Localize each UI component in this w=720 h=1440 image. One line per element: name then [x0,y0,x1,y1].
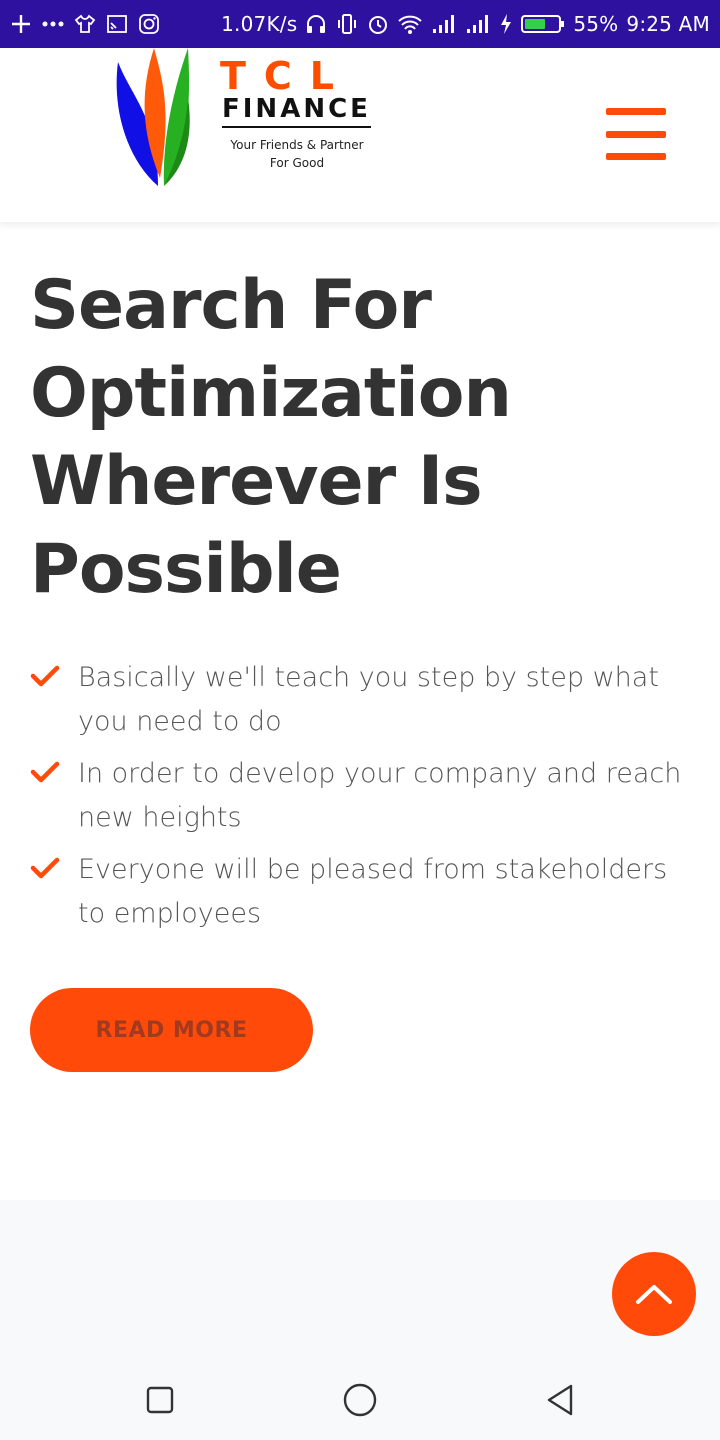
logo-tcl-text: TCL [220,54,353,98]
plus-icon [10,12,32,36]
clock: 9:25 AM [626,12,710,36]
back-to-top-button[interactable] [612,1252,696,1336]
recent-apps-icon [146,1386,174,1414]
site-header: TCL FINANCE Your Friends & Partner For G… [0,48,720,222]
shirt-icon [74,12,96,36]
hero-title-line-4: Possible [30,530,342,609]
wifi-icon [397,12,423,36]
feature-text: In order to develop your company and rea… [78,758,682,833]
home-icon [343,1383,377,1417]
headphones-icon [305,12,327,36]
signal-icon-2 [465,12,491,36]
list-item: Basically we'll teach you step by step w… [30,656,700,744]
back-icon [547,1384,573,1416]
logo-finance-text: FINANCE [222,94,371,128]
logo-tagline-line2: For Good [269,156,325,170]
hero-title-line-1: Search For [30,266,432,345]
back-button[interactable] [540,1380,580,1420]
system-nav-bar [0,1360,720,1440]
feature-text: Everyone will be pleased from stakeholde… [78,854,668,929]
chevron-up-icon [636,1285,672,1304]
logo-tagline-line1: Your Friends & Partner [230,138,364,152]
flame-logo-icon [116,48,190,186]
tcl-finance-logo[interactable]: TCL FINANCE Your Friends & Partner For G… [112,48,392,198]
net-speed: 1.07K/s [221,12,298,36]
battery-icon [521,12,565,36]
feature-text: Basically we'll teach you step by step w… [78,662,659,737]
checkmark-icon [30,752,78,789]
checkmark-icon [30,848,78,885]
list-item: In order to develop your company and rea… [30,752,700,840]
logo-tagline: Your Friends & Partner For Good [222,136,372,172]
status-bar: 1.07K/s 55% 9:25 AM [0,0,720,48]
charging-icon [499,12,513,36]
home-button[interactable] [340,1380,380,1420]
status-bar-left [10,12,160,36]
feature-list: Basically we'll teach you step by step w… [30,656,700,944]
hamburger-icon-bar-2 [606,130,666,138]
instagram-icon [138,12,160,36]
alarm-icon [367,12,389,36]
hamburger-icon-bar-3 [606,153,666,160]
battery-percent: 55% [573,12,619,36]
hero-title-line-3: Wherever Is [30,442,483,521]
checkmark-icon [30,656,78,693]
cast-icon [106,12,128,36]
hero-title-line-2: Optimization [30,354,512,433]
lower-section [0,1200,720,1360]
more-dots-icon [42,12,64,36]
status-bar-right: 1.07K/s 55% 9:25 AM [221,12,710,36]
hamburger-icon-bar-1 [606,108,666,115]
hamburger-menu-button[interactable] [606,108,666,160]
list-item: Everyone will be pleased from stakeholde… [30,848,700,936]
vibrate-icon [335,12,359,36]
read-more-button[interactable]: READ MORE [30,988,313,1072]
signal-icon [431,12,457,36]
recent-apps-button[interactable] [140,1380,180,1420]
hero-title: Search For Optimization Wherever Is Poss… [30,262,690,614]
